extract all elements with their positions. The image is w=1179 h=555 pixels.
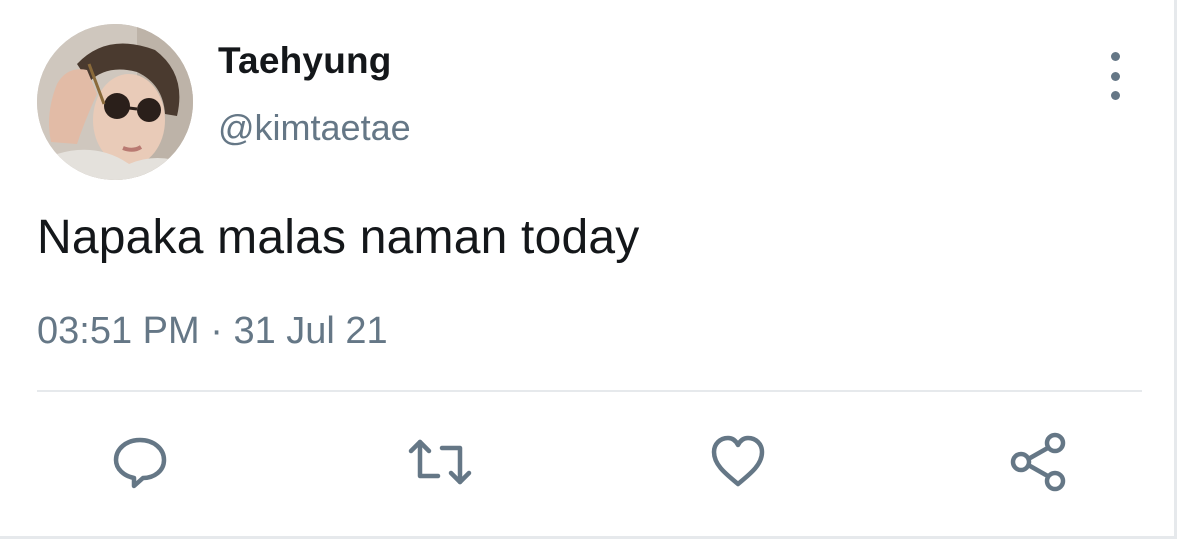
- share-icon: [1010, 432, 1066, 492]
- reply-button[interactable]: [108, 430, 172, 494]
- divider: [37, 390, 1142, 392]
- tweet-text: Napaka malas naman today: [37, 211, 640, 264]
- speech-bubble-icon: [113, 437, 167, 489]
- more-options-icon: [1110, 52, 1120, 61]
- retweet-icon: [408, 439, 472, 485]
- like-button[interactable]: [706, 430, 770, 494]
- tweet-date: 31 Jul 21: [233, 310, 388, 352]
- retweet-button[interactable]: [408, 430, 472, 494]
- more-options-dot: [1110, 71, 1120, 81]
- more-options-button[interactable]: [1098, 52, 1132, 100]
- avatar[interactable]: [37, 24, 193, 180]
- author-handle[interactable]: @kimtaetae: [218, 107, 411, 149]
- more-options-dot: [1110, 91, 1120, 100]
- share-button[interactable]: [1006, 430, 1070, 494]
- meta-separator: ·: [210, 310, 223, 352]
- tweet-card: Taehyung @kimtaetae Napaka malas naman t…: [0, 0, 1177, 539]
- heart-icon: [711, 435, 765, 487]
- tweet-time: 03:51 PM: [37, 310, 200, 352]
- tweet-actions: [0, 430, 1174, 500]
- author-display-name[interactable]: Taehyung: [218, 40, 392, 82]
- tweet-meta: 03:51 PM · 31 Jul 21: [37, 310, 388, 353]
- avatar-photo: [37, 24, 193, 180]
